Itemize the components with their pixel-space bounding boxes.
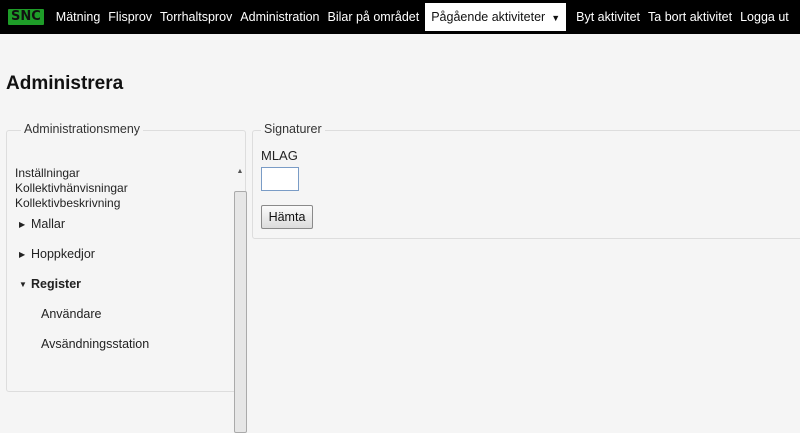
nav-ta-bort-aktivitet[interactable]: Ta bort aktivitet	[644, 0, 736, 34]
hamta-button[interactable]: Hämta	[261, 205, 313, 229]
mlag-input[interactable]	[261, 167, 299, 191]
scroll-up-arrow-icon[interactable]: ▲	[234, 166, 246, 178]
menu-group-mallar[interactable]: ▶ Mallar	[19, 217, 225, 232]
menu-item-anvandare[interactable]: Användare	[41, 307, 225, 322]
signatures-panel: Signaturer MLAG Hämta	[252, 122, 800, 239]
menu-item-installningar[interactable]: Inställningar	[15, 166, 225, 181]
nav-logga-ut[interactable]: Logga ut	[736, 0, 793, 34]
menu-scrollbar[interactable]: ▲	[233, 166, 247, 433]
menu-item-avsandningsstation[interactable]: Avsändningsstation	[41, 337, 225, 352]
nav-byt-aktivitet[interactable]: Byt aktivitet	[572, 0, 644, 34]
administration-menu-legend: Administrationsmeny	[21, 122, 144, 136]
menu-group-register[interactable]: ▼ Register	[19, 277, 225, 292]
top-nav-bar: SNC Mätning Flisprov Torrhaltsprov Admin…	[0, 0, 800, 34]
nav-torrhaltsprov[interactable]: Torrhaltsprov	[156, 0, 236, 34]
signatures-legend: Signaturer	[261, 122, 325, 136]
scroll-thumb[interactable]	[234, 191, 247, 433]
nav-flisprov[interactable]: Flisprov	[104, 0, 156, 34]
menu-group-label: Hoppkedjor	[31, 247, 95, 261]
caret-down-icon: ▼	[551, 13, 561, 23]
menu-item-kollektivbeskrivning[interactable]: Kollektivbeskrivning	[15, 196, 225, 211]
dropdown-label: Pågående aktiviteter	[431, 10, 546, 24]
triangle-right-icon: ▶	[19, 250, 26, 259]
mlag-label: MLAG	[261, 148, 298, 163]
menu-item-kollektivhanvisningar[interactable]: Kollektivhänvisningar	[15, 181, 225, 196]
nav-bilar-pa-omradet[interactable]: Bilar på området	[324, 0, 424, 34]
triangle-right-icon: ▶	[19, 220, 26, 229]
administration-menu-list: Inställningar Kollektivhänvisningar Koll…	[15, 166, 225, 352]
page-title: Administrera	[6, 73, 124, 94]
nav-administration[interactable]: Administration	[236, 0, 323, 34]
triangle-down-icon: ▼	[19, 280, 27, 289]
nav-pagaende-aktiviteter-dropdown[interactable]: Pågående aktiviteter ▼	[425, 3, 567, 31]
nav-matning[interactable]: Mätning	[52, 0, 104, 34]
menu-group-label: Register	[31, 277, 82, 291]
snc-logo: SNC	[8, 9, 44, 25]
menu-group-label: Mallar	[31, 217, 66, 231]
administration-menu-panel: Administrationsmeny Inställningar Kollek…	[6, 122, 247, 433]
menu-group-hoppkedjor[interactable]: ▶ Hoppkedjor	[19, 247, 225, 262]
